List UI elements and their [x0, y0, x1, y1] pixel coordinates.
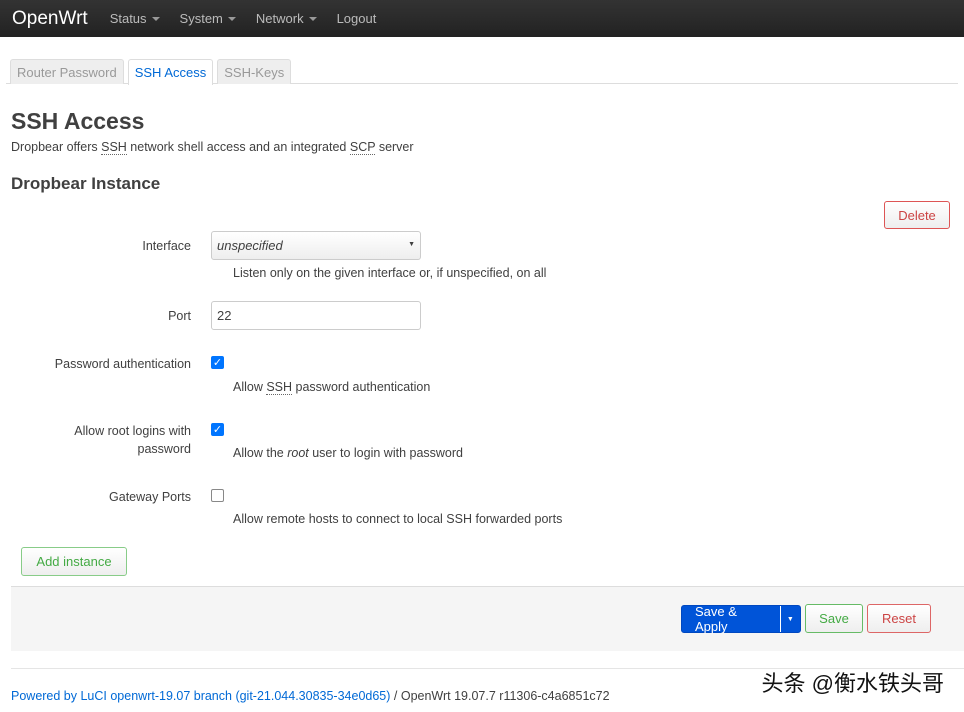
menu-logout[interactable]: Logout [337, 11, 377, 26]
tab-bar: Router Password SSH Access SSH-Keys [6, 59, 958, 85]
label-line: Allow root logins with [74, 424, 191, 438]
section-title: Dropbear Instance [11, 174, 161, 193]
save-button[interactable]: Save [805, 604, 863, 633]
menu-label: System [179, 11, 223, 26]
port-input[interactable]: 22 [211, 301, 421, 330]
help-em: root [287, 446, 309, 460]
password-auth-checkbox[interactable]: ✓ [211, 356, 224, 369]
menu-system[interactable]: System [180, 11, 236, 26]
menu-status[interactable]: Status [110, 11, 160, 26]
gateway-ports-help: Allow remote hosts to connect to local S… [233, 512, 563, 526]
watermark: 头条 @衡水铁头哥 [761, 671, 944, 696]
brand-logo[interactable]: OpenWrt [12, 8, 88, 30]
interface-help: Listen only on the given interface or, i… [233, 266, 547, 280]
interface-value: unspecified [217, 238, 283, 253]
caret-down-icon [151, 16, 160, 25]
root-login-label: Allow root logins with password [74, 422, 191, 458]
save-apply-button[interactable]: Save & Apply ▼ [681, 604, 801, 634]
help-text: Allow [233, 380, 267, 394]
luci-link[interactable]: Powered by LuCI openwrt-19.07 branch (gi… [11, 689, 390, 703]
interface-label: Interface [142, 239, 191, 253]
version-text: / OpenWrt 19.07.7 r11306-c4a6851c72 [390, 689, 610, 703]
desc-text: Dropbear offers [11, 140, 102, 154]
port-label: Port [168, 309, 191, 323]
help-text: Allow the [233, 446, 288, 460]
delete-button[interactable]: Delete [884, 201, 950, 229]
desc-text: server [375, 140, 414, 154]
caret-down-icon [308, 16, 317, 25]
interface-select[interactable]: unspecified ▼ [211, 231, 421, 260]
page-title: SSH Access [11, 108, 145, 134]
caret-down-icon [227, 16, 236, 25]
footer: Powered by LuCI openwrt-19.07 branch (gi… [11, 689, 610, 703]
menu-label: Status [109, 11, 147, 26]
tab-ssh-access[interactable]: SSH Access [127, 59, 214, 85]
tab-ssh-keys[interactable]: SSH-Keys [217, 59, 292, 84]
top-navbar: OpenWrt Status System Network Logout [0, 0, 964, 37]
gateway-ports-checkbox[interactable] [211, 489, 224, 502]
menu-label: Network [255, 11, 304, 26]
reset-button[interactable]: Reset [867, 604, 931, 633]
root-login-checkbox[interactable]: ✓ [211, 423, 224, 436]
gateway-ports-label: Gateway Ports [109, 490, 191, 504]
page-description: Dropbear offers SSH network shell access… [11, 140, 414, 155]
label-line: password [137, 442, 192, 456]
tab-router-password[interactable]: Router Password [10, 59, 124, 84]
abbr-ssh: SSH [101, 140, 127, 155]
root-login-help: Allow the root user to login with passwo… [233, 446, 463, 460]
help-text: user to login with password [308, 446, 463, 460]
desc-text: network shell access and an integrated [126, 140, 350, 154]
save-apply-label: Save & Apply [695, 604, 737, 634]
password-auth-label: Password authentication [54, 357, 191, 371]
password-auth-help: Allow SSH password authentication [233, 380, 431, 395]
add-instance-button[interactable]: Add instance [21, 547, 127, 576]
abbr-ssh: SSH [266, 380, 293, 395]
abbr-scp: SCP [349, 140, 376, 155]
menu-network[interactable]: Network [256, 11, 317, 26]
help-text: password authentication [292, 380, 431, 394]
dropdown-arrow-icon: ▼ [408, 241, 415, 248]
dropdown-caret-icon[interactable]: ▼ [779, 606, 800, 632]
